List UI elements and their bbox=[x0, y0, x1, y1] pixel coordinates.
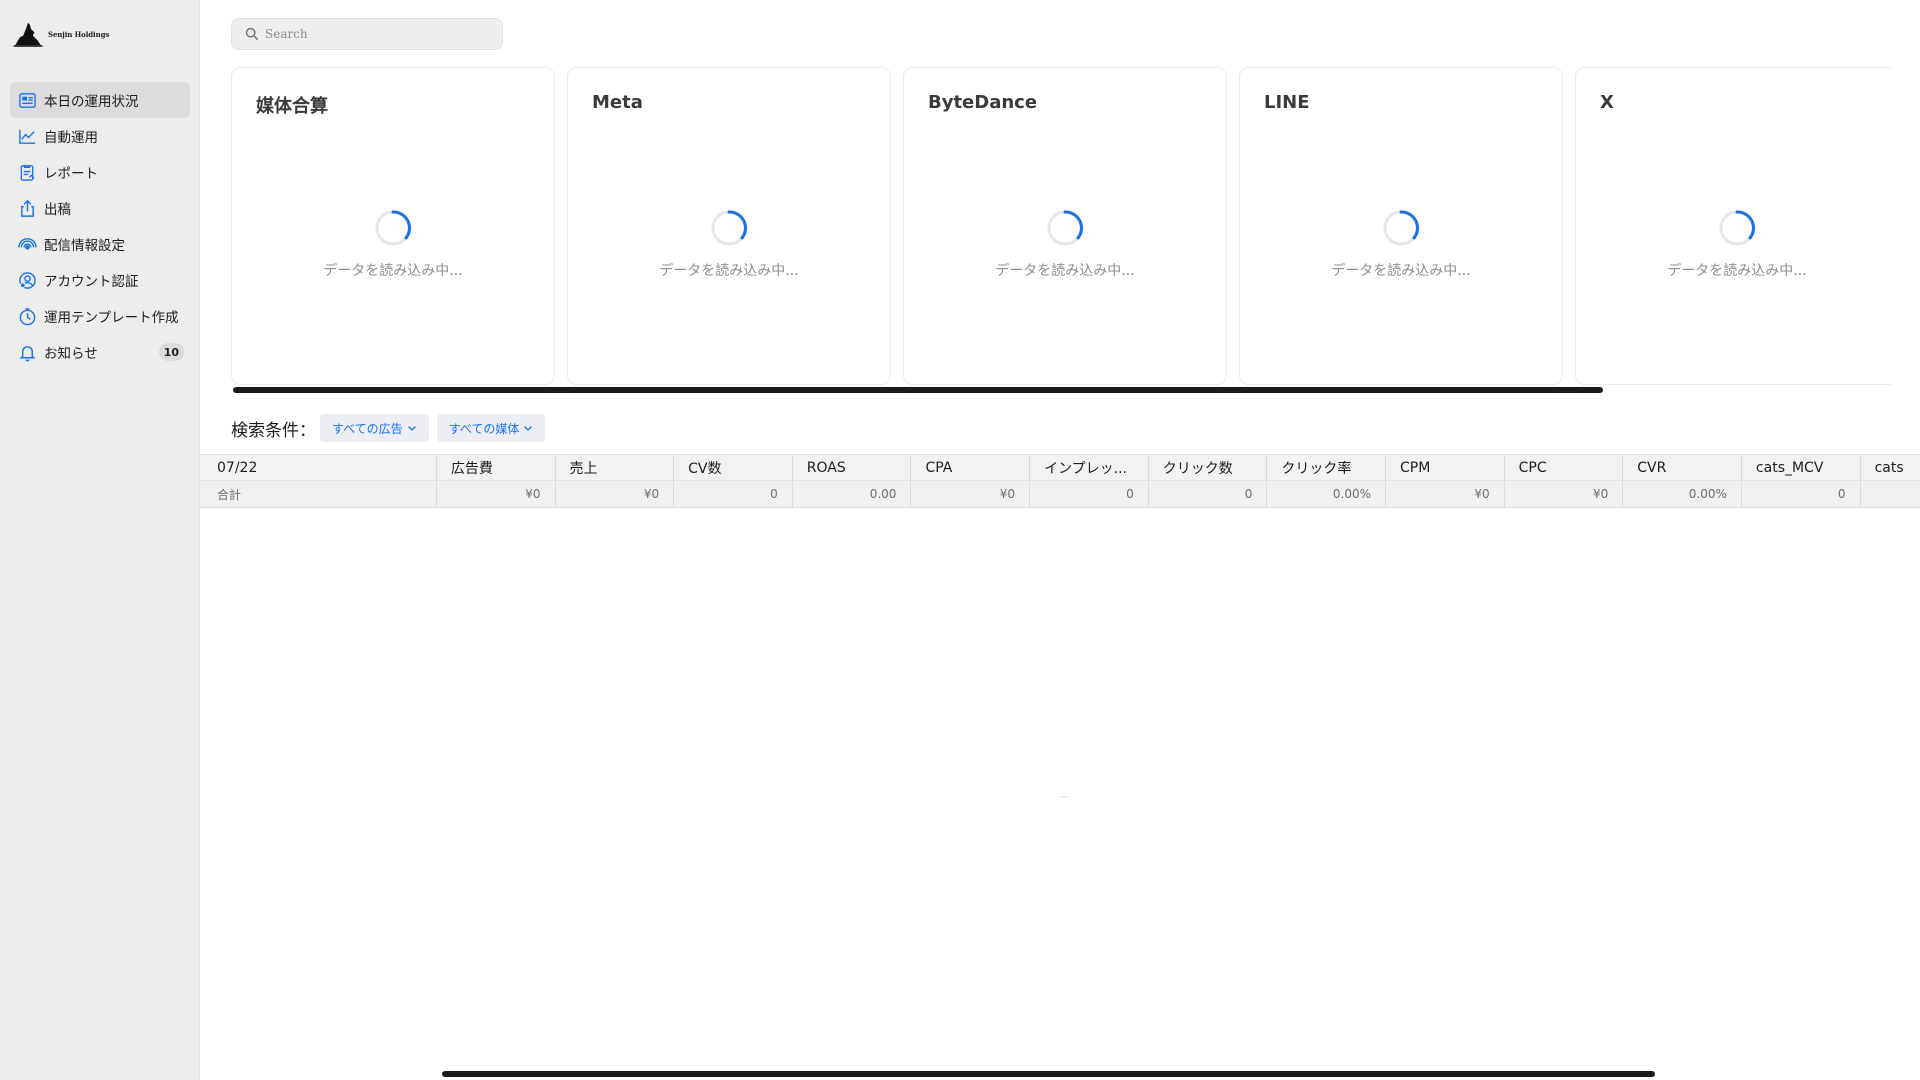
total-cpm: ¥0 bbox=[1386, 481, 1505, 507]
sidebar-item-today-status[interactable]: 本日の運用状況 bbox=[10, 82, 190, 118]
table-header-row: 07/22 広告費 売上 CV数 ROAS CPA インプレッ... クリック数… bbox=[200, 454, 1920, 481]
column-header-cats[interactable]: cats bbox=[1861, 455, 1920, 480]
broadcast-icon bbox=[17, 234, 37, 254]
search-conditions: 検索条件： すべての広告 すべての媒体 bbox=[231, 414, 553, 442]
total-sales: ¥0 bbox=[556, 481, 675, 507]
sidebar-item-label: お知らせ bbox=[44, 346, 98, 362]
total-impressions: 0 bbox=[1030, 481, 1149, 507]
column-header-cpc[interactable]: CPC bbox=[1505, 455, 1624, 480]
column-header-sales[interactable]: 売上 bbox=[556, 455, 675, 480]
sidebar-item-report[interactable]: レポート bbox=[10, 154, 190, 190]
sidebar-item-notifications[interactable]: お知らせ 10 bbox=[10, 334, 190, 370]
chart-line-icon bbox=[17, 126, 37, 146]
column-header-clicks[interactable]: クリック数 bbox=[1149, 455, 1268, 480]
sidebar-item-auto-operation[interactable]: 自動運用 bbox=[10, 118, 190, 154]
sidebar-item-label: 配信情報設定 bbox=[44, 238, 125, 254]
column-header-roas[interactable]: ROAS bbox=[793, 455, 912, 480]
search-box[interactable] bbox=[231, 18, 503, 50]
table-horizontal-scrollbar[interactable] bbox=[442, 1071, 1655, 1077]
search-input[interactable] bbox=[265, 27, 485, 41]
ads-filter-dropdown[interactable]: すべての広告 bbox=[320, 414, 429, 442]
loading-spinner-icon bbox=[1719, 210, 1755, 246]
loading-text: データを読み込み中... bbox=[1331, 263, 1471, 279]
total-cv-count: 0 bbox=[674, 481, 793, 507]
column-header-ad-spend[interactable]: 広告費 bbox=[437, 455, 556, 480]
media-card-line: LINE データを読み込み中... bbox=[1239, 67, 1563, 385]
loading-text: データを読み込み中... bbox=[323, 263, 463, 279]
sidebar-item-label: 運用テンプレート作成 bbox=[44, 310, 179, 326]
card-title: Meta bbox=[592, 92, 643, 113]
media-cards: 媒体合算 データを読み込み中... Meta データを読み込み中... Byte… bbox=[231, 67, 1891, 385]
total-cvr: 0.00% bbox=[1623, 481, 1742, 507]
sidebar-item-label: アカウント認証 bbox=[44, 274, 139, 290]
sidebar-item-account-auth[interactable]: アカウント認証 bbox=[10, 262, 190, 298]
sidebar-nav: 本日の運用状況 自動運用 レポート 出稿 配信情報設定 アカウント認証 運用テン… bbox=[10, 82, 190, 370]
media-filter-label: すべての媒体 bbox=[448, 421, 520, 436]
dashboard-icon bbox=[17, 90, 37, 110]
company-logo[interactable]: Senjin Holdings bbox=[12, 18, 109, 50]
card-title: 媒体合算 bbox=[256, 96, 328, 117]
media-card-meta: Meta データを読み込み中... bbox=[567, 67, 891, 385]
search-icon bbox=[245, 27, 259, 41]
notification-count-badge: 10 bbox=[158, 343, 184, 361]
upload-icon bbox=[17, 198, 37, 218]
media-card-total: 媒体合算 データを読み込み中... bbox=[231, 67, 555, 385]
total-cpc: ¥0 bbox=[1505, 481, 1624, 507]
loading-text: データを読み込み中... bbox=[659, 263, 799, 279]
loading-text: データを読み込み中... bbox=[1667, 263, 1807, 279]
media-card-x: X データを読み込み中... bbox=[1575, 67, 1891, 385]
column-header-ctr[interactable]: クリック率 bbox=[1267, 455, 1386, 480]
bell-icon bbox=[17, 342, 37, 362]
search-conditions-label: 検索条件： bbox=[231, 420, 316, 441]
total-cpa: ¥0 bbox=[911, 481, 1031, 507]
column-header-cpa[interactable]: CPA bbox=[911, 455, 1031, 480]
total-roas: 0.00 bbox=[793, 481, 912, 507]
chevron-down-icon bbox=[524, 426, 533, 431]
sidebar-item-template-create[interactable]: 運用テンプレート作成 bbox=[10, 298, 190, 334]
loading-spinner-icon bbox=[1047, 210, 1083, 246]
sidebar-item-label: レポート bbox=[44, 166, 98, 182]
timer-icon bbox=[17, 306, 37, 326]
metrics-table: 07/22 広告費 売上 CV数 ROAS CPA インプレッ... クリック数… bbox=[200, 454, 1920, 508]
total-ad-spend: ¥0 bbox=[437, 481, 556, 507]
sidebar: Senjin Holdings 本日の運用状況 自動運用 レポート 出稿 配信情… bbox=[0, 0, 200, 1080]
sidebar-item-label: 自動運用 bbox=[44, 130, 98, 146]
column-header-cats-mcv[interactable]: cats_MCV bbox=[1742, 455, 1861, 480]
column-header-cv-count[interactable]: CV数 bbox=[674, 455, 793, 480]
loading-spinner-icon bbox=[711, 210, 747, 246]
empty-table-indicator: — bbox=[1060, 792, 1068, 801]
loading-spinner-icon bbox=[375, 210, 411, 246]
media-cards-scroll-area[interactable]: 媒体合算 データを読み込み中... Meta データを読み込み中... Byte… bbox=[231, 67, 1891, 385]
logo-mark-icon bbox=[13, 22, 43, 47]
total-ctr: 0.00% bbox=[1267, 481, 1386, 507]
total-clicks: 0 bbox=[1149, 481, 1268, 507]
loading-text: データを読み込み中... bbox=[995, 263, 1135, 279]
total-cats bbox=[1861, 481, 1920, 507]
total-cats-mcv: 0 bbox=[1742, 481, 1861, 507]
column-header-impressions[interactable]: インプレッ... bbox=[1030, 455, 1149, 480]
total-label: 合計 bbox=[200, 481, 437, 507]
chevron-down-icon bbox=[407, 426, 416, 431]
sidebar-item-delivery-settings[interactable]: 配信情報設定 bbox=[10, 226, 190, 262]
cards-horizontal-scrollbar[interactable] bbox=[233, 387, 1603, 393]
account-auth-icon bbox=[17, 270, 37, 290]
main-content: 媒体合算 データを読み込み中... Meta データを読み込み中... Byte… bbox=[200, 0, 1920, 1080]
table-total-row: 合計 ¥0 ¥0 0 0.00 ¥0 0 0 0.00% ¥0 ¥0 0.00%… bbox=[200, 481, 1920, 508]
app-window: Senjin Holdings 本日の運用状況 自動運用 レポート 出稿 配信情… bbox=[0, 0, 1920, 1080]
logo-text: Senjin Holdings bbox=[48, 29, 110, 39]
card-title: ByteDance bbox=[928, 92, 1038, 113]
media-filter-dropdown[interactable]: すべての媒体 bbox=[436, 414, 546, 442]
column-header-cvr[interactable]: CVR bbox=[1623, 455, 1742, 480]
column-header-date[interactable]: 07/22 bbox=[200, 455, 437, 480]
card-title: X bbox=[1600, 92, 1614, 113]
sidebar-item-label: 本日の運用状況 bbox=[44, 94, 139, 110]
sidebar-item-submission[interactable]: 出稿 bbox=[10, 190, 190, 226]
loading-spinner-icon bbox=[1383, 210, 1419, 246]
sidebar-item-label: 出稿 bbox=[44, 202, 71, 218]
card-title: LINE bbox=[1264, 92, 1310, 113]
ads-filter-label: すべての広告 bbox=[332, 421, 403, 436]
column-header-cpm[interactable]: CPM bbox=[1386, 455, 1505, 480]
media-card-bytedance: ByteDance データを読み込み中... bbox=[903, 67, 1227, 385]
report-icon bbox=[17, 162, 37, 182]
